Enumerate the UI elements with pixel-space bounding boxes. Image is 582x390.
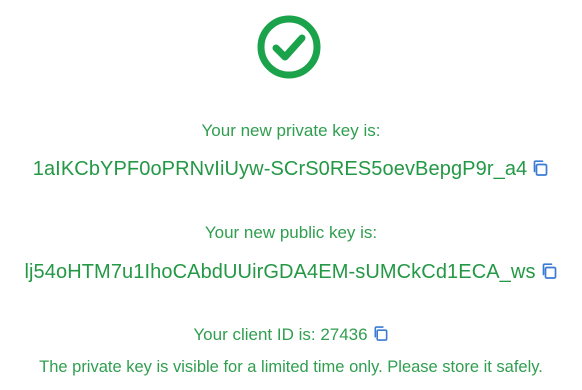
copy-icon[interactable] (372, 325, 389, 342)
client-id-text: Your client ID is: 27436 (193, 325, 368, 344)
copy-icon[interactable] (531, 159, 549, 177)
private-key-notice: The private key is visible for a limited… (39, 358, 543, 376)
public-key-label: Your new public key is: (204, 223, 378, 242)
public-key-row: lj54oHTM7u1IhoCAbdUUirGDA4EM-sUMCkCd1ECA… (0, 261, 582, 284)
private-key-row: 1aIKCbYPF0oPRNvIiUyw-SCrS0RES5oevBepgP9r… (0, 158, 582, 181)
client-id-row: Your client ID is: 27436 (0, 325, 582, 345)
public-key-value: lj54oHTM7u1IhoCAbdUUirGDA4EM-sUMCkCd1ECA… (24, 261, 536, 283)
private-key-label: Your new private key is: (201, 121, 381, 140)
copy-icon[interactable] (540, 262, 558, 280)
check-circle-icon (257, 15, 321, 79)
private-key-value: 1aIKCbYPF0oPRNvIiUyw-SCrS0RES5oevBepgP9r… (32, 158, 528, 180)
